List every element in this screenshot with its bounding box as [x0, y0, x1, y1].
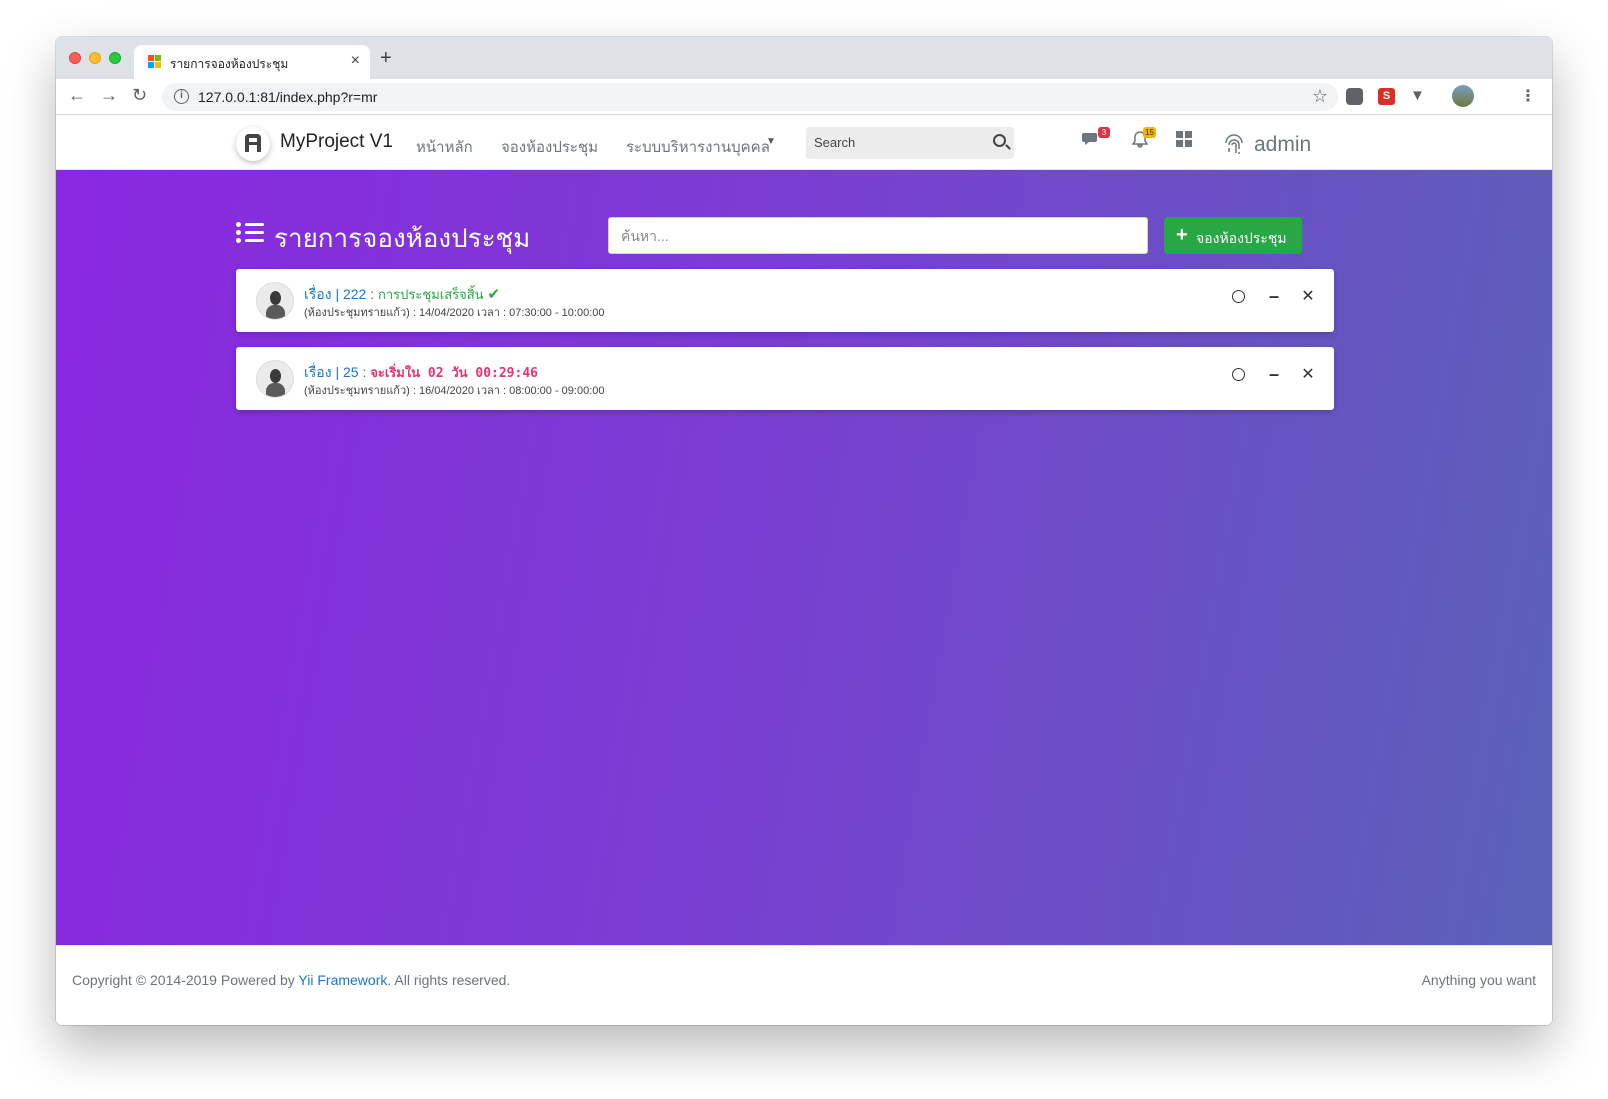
extension-v-icon[interactable]: ▼ [1410, 88, 1427, 105]
profile-avatar[interactable] [1452, 85, 1474, 107]
bookmark-star-icon[interactable]: ☆ [1312, 86, 1328, 107]
menu-kebab-icon[interactable]: ⋮ [1520, 86, 1536, 106]
separator: : [370, 286, 375, 302]
collapse-button[interactable] [1228, 287, 1248, 307]
browser-tab[interactable]: รายการจองห้องประชุม × [134, 45, 370, 79]
close-icon[interactable]: ✕ [1298, 287, 1318, 307]
search-icon[interactable] [993, 134, 1006, 147]
info-icon[interactable]: i [174, 89, 189, 104]
close-window-button[interactable] [69, 52, 81, 64]
booking-details: (ห้องประชุมทรายแก้ว) : 14/04/2020 เวลา :… [304, 307, 605, 319]
brand-name[interactable]: MyProject V1 [280, 131, 393, 153]
collapse-button[interactable] [1228, 365, 1248, 385]
booking-card: เรื่อง | 222 : การประชุมเสร็จสิ้น ✔ (ห้อ… [236, 269, 1334, 332]
booking-countdown: จะเริ่มใน 02 วัน 00:29:46 [370, 366, 538, 381]
booking-subject-link[interactable]: เรื่อง | 25 [304, 364, 359, 380]
caret-down-icon[interactable]: ▼ [766, 136, 776, 147]
nav-link-hr[interactable]: ระบบบริหารงานบุคคล [626, 135, 770, 159]
nav-link-booking[interactable]: จองห้องประชุม [501, 135, 598, 159]
back-arrow-icon[interactable]: ← [68, 85, 86, 106]
messages-icon[interactable]: 3 [1082, 127, 1110, 152]
page-title: รายการจองห้องประชุม [274, 223, 531, 253]
messages-badge: 3 [1098, 127, 1110, 138]
booking-details: (ห้องประชุมทรายแก้ว) : 16/04/2020 เวลา :… [304, 385, 605, 397]
avatar [256, 360, 294, 398]
booking-card: เรื่อง | 25 : จะเริ่มใน 02 วัน 00:29:46 … [236, 347, 1334, 410]
tab-title: รายการจองห้องประชุม [170, 57, 289, 71]
brand-logo-icon[interactable] [236, 127, 270, 161]
notifications-badge: 15 [1143, 127, 1156, 138]
minus-icon[interactable]: – [1264, 287, 1284, 307]
nav-search-input[interactable]: Search [806, 127, 1014, 159]
check-icon: ✔ [487, 286, 501, 303]
booking-status: การประชุมเสร็จสิ้น [378, 288, 484, 303]
fingerprint-icon [1222, 133, 1246, 162]
avatar [256, 282, 294, 320]
booking-search-input[interactable] [608, 217, 1148, 254]
new-tab-button[interactable]: + [380, 47, 392, 70]
maximize-window-button[interactable] [109, 52, 121, 64]
tab-strip: รายการจองห้องประชุม × + [56, 37, 1552, 79]
page-footer: Copyright © 2014-2019 Powered by Yii Fra… [56, 945, 1552, 1025]
plus-icon: + [1176, 224, 1188, 246]
footer-tagline: Anything you want [1421, 972, 1536, 988]
user-name[interactable]: admin [1254, 133, 1311, 157]
minimize-window-button[interactable] [89, 52, 101, 64]
forward-arrow-icon[interactable]: → [100, 85, 118, 106]
browser-window: รายการจองห้องประชุม × + ← → ↻ i 127.0.0.… [56, 37, 1552, 1025]
url-text: 127.0.0.1:81/index.php?r=mr [198, 89, 378, 105]
address-bar[interactable]: i 127.0.0.1:81/index.php?r=mr ☆ [162, 83, 1338, 111]
copyright-suffix: . All rights reserved. [387, 972, 511, 988]
booking-subject-link[interactable]: เรื่อง | 222 [304, 286, 366, 302]
circle-icon [1231, 290, 1245, 303]
nav-search-placeholder: Search [814, 135, 856, 150]
reload-icon[interactable]: ↻ [132, 85, 147, 106]
bell-icon[interactable]: 15 [1131, 127, 1156, 153]
nav-link-home[interactable]: หน้าหลัก [416, 135, 473, 159]
extension-s-icon[interactable]: S [1378, 88, 1395, 105]
tab-close-icon[interactable]: × [351, 52, 360, 70]
favicon-icon [148, 55, 162, 69]
add-booking-label: จองห้องประชุม [1196, 230, 1287, 246]
browser-toolbar: ← → ↻ i 127.0.0.1:81/index.php?r=mr ☆ S … [56, 79, 1552, 115]
close-icon[interactable]: ✕ [1298, 365, 1318, 385]
add-booking-button[interactable]: + จองห้องประชุม [1164, 217, 1302, 254]
copyright-prefix: Copyright © 2014-2019 Powered by [72, 972, 299, 988]
apps-grid-icon[interactable] [1176, 131, 1192, 152]
yii-framework-link[interactable]: Yii Framework [298, 972, 387, 988]
app-navbar: MyProject V1 หน้าหลัก จองห้องประชุม ระบบ… [56, 115, 1552, 170]
list-icon [236, 222, 264, 244]
minus-icon[interactable]: – [1264, 365, 1284, 385]
circle-icon [1231, 368, 1245, 381]
footer-copyright: Copyright © 2014-2019 Powered by Yii Fra… [72, 972, 510, 988]
separator: : [362, 364, 367, 380]
main-content: รายการจองห้องประชุม + จองห้องประชุม เรื่… [56, 170, 1552, 945]
extension-chat-icon[interactable] [1346, 88, 1363, 105]
